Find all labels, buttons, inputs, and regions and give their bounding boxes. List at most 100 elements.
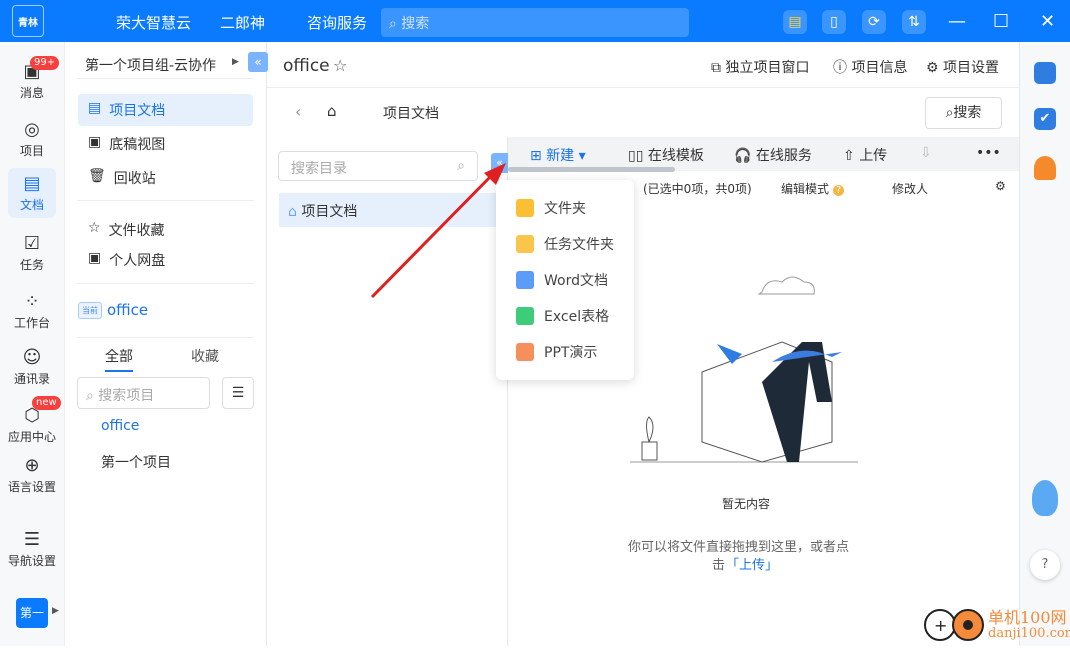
check-shield-icon[interactable]: ✔ [1034,108,1056,130]
standalone-window-button[interactable]: ⧉ 独立项目窗口 [711,57,809,77]
user-service-icon[interactable] [1034,156,1056,180]
disk-icon: ▣ [88,250,102,266]
menu-item-task-folder[interactable]: 任务文件夹 [516,234,614,254]
menu-item-excel[interactable]: Excel表格 [516,306,609,326]
org-avatar[interactable]: 第一 [16,598,48,628]
tab-all[interactable]: 全部 [105,346,133,372]
star-icon[interactable]: ☆ [333,56,347,75]
menu-label: Word文档 [544,273,608,289]
ppt-icon [516,343,534,361]
sort-button[interactable]: ☰ [222,377,254,409]
rail-label: 项目 [19,144,44,158]
upload-link[interactable]: 「上传」 [726,554,778,573]
rail-item-messages[interactable]: ▣ 消息 99+ [8,56,60,106]
app-logo: 青林 [12,5,44,37]
project-search-input[interactable]: ⌕ 搜索项目 [77,377,210,409]
caret-right-icon[interactable]: ▶ [52,606,59,616]
column-label: 编辑模式 [781,182,830,196]
menu-draft-view[interactable]: ▣ 底稿视图 [78,128,253,160]
search-button[interactable]: ⌕搜索 [925,97,1002,129]
trash-icon: 🗑 [88,168,106,184]
project-item[interactable]: office [101,418,139,434]
maximize-button[interactable]: ☐ [993,11,1009,32]
rail-label: 通讯录 [13,372,50,386]
nav-item[interactable]: 咨询服务 [307,12,367,33]
nav-item[interactable]: 二郎神 [220,12,265,33]
menu-project-docs[interactable]: ▤ 项目文档 [78,94,253,126]
sliders-icon: ☰ [23,529,41,550]
help-icon[interactable]: ? [832,185,845,196]
menu-item-word[interactable]: Word文档 [516,270,608,290]
menu-label: 底稿视图 [109,137,166,153]
global-search-input[interactable]: ⌕ 搜索 [381,8,689,37]
project-icon: ◎ [24,119,40,140]
empty-illustration [630,276,858,463]
project-group-name[interactable]: 第一个项目组-云协作 [85,55,216,75]
notes-icon[interactable]: ▤ [783,10,807,34]
document-icon: ▤ [23,173,41,194]
rail-item-language[interactable]: ⊕ 语言设置 [4,450,60,500]
current-project[interactable]: office [107,301,148,319]
project-settings-button[interactable]: ⚙ 项目设置 [926,57,999,77]
menu-personal-disk[interactable]: ▣ 个人网盘 [78,244,253,276]
project-item[interactable]: 第一个项目 [101,452,171,472]
star-file-icon: ☆ [88,220,101,236]
menu-label: 文件夹 [544,201,586,217]
menu-label: PPT演示 [544,345,598,361]
online-template-button[interactable]: ▯▯ 在线模板 [628,145,704,165]
menu-label: 项目文档 [109,103,166,119]
back-icon[interactable]: ‹ [295,102,301,121]
new-button[interactable]: ⊞ 新建 ▾ [530,145,586,165]
menu-recycle-bin[interactable]: 🗑 回收站 [78,162,253,194]
help-button[interactable]: ? [1030,550,1060,580]
rail-item-app-center[interactable]: ⬡ 应用中心 new [4,396,61,450]
rail-item-documents[interactable]: ▤ 文档 [8,168,56,218]
horizontal-scrollbar[interactable] [508,167,675,172]
breadcrumb: 项目文档 [383,106,439,122]
rail-item-contacts[interactable]: ☺ 通讯录 [8,342,56,392]
online-service-button[interactable]: 🎧 在线服务 [734,145,812,165]
page-title: office [283,56,330,76]
minimize-button[interactable]: — [948,11,966,32]
rail-item-nav-settings[interactable]: ☰ 导航设置 [4,524,60,574]
button-label: 在线模板 [647,148,704,164]
rail-label: 导航设置 [7,554,56,568]
menu-label: 文件收藏 [108,223,165,239]
more-button[interactable]: ••• [976,145,1001,161]
caret-right-icon[interactable]: ▶ [232,57,239,67]
project-info-button[interactable]: ⓘ 项目信息 [833,57,907,77]
current-tag: 当前 [78,302,102,319]
mobile-download-icon[interactable]: ▯ [822,10,846,34]
transfer-icon[interactable]: ⇅ [902,10,926,34]
sync-icon[interactable]: ⟳ [862,10,886,34]
rail-item-workbench[interactable]: ⁘ 工作台 [8,286,56,336]
column-edit-mode[interactable]: 编辑模式 ? [781,180,845,197]
sidebar: 第一个项目组-云协作 ▶ « ▤ 项目文档 ▣ 底稿视图 🗑 回收站 ☆ 文件收藏 ▣ 个… [66,42,268,646]
menu-item-folder[interactable]: 文件夹 [516,198,586,218]
button-label: 项目设置 [943,60,1000,76]
download-icon[interactable]: ⇩ [920,145,932,161]
grid-icon: ⁘ [24,291,40,312]
chat-icon[interactable] [1034,62,1056,84]
column-modifier: 修改人 [892,182,929,196]
nav-item[interactable]: 荣大智慧云 [116,12,191,33]
rail-label: 语言设置 [7,480,56,494]
watermark-logo: + 单机100网 danji100.com [920,604,1070,646]
column-settings-icon[interactable]: ⚙ [995,179,1006,193]
menu-favorites[interactable]: ☆ 文件收藏 [78,214,253,246]
search-placeholder: 搜索目录 [291,161,347,177]
rail-label: 消息 [19,86,44,100]
home-icon[interactable]: ⌂ [327,102,337,120]
assistant-icon[interactable] [1032,480,1058,516]
right-toolbar: ✔ ? [1019,42,1070,646]
close-button[interactable]: ✕ [1040,11,1055,32]
globe-icon: ⊕ [24,455,40,476]
collapse-sidebar-button[interactable]: « [248,52,268,72]
tab-favorites[interactable]: 收藏 [191,346,219,366]
rail-label: 任务 [19,258,44,272]
upload-button[interactable]: ⇧ 上传 [843,145,887,165]
rail-item-projects[interactable]: ◎ 项目 [8,114,56,164]
nav-rail: ▣ 消息 99+ ◎ 项目 ▤ 文档 ☑ 任务 ⁘ 工作台 ☺ 通讯录 ⬡ 应用中心 new ⊕ 语… [0,42,65,646]
menu-item-ppt[interactable]: PPT演示 [516,342,597,362]
rail-item-tasks[interactable]: ☑ 任务 [8,228,56,278]
